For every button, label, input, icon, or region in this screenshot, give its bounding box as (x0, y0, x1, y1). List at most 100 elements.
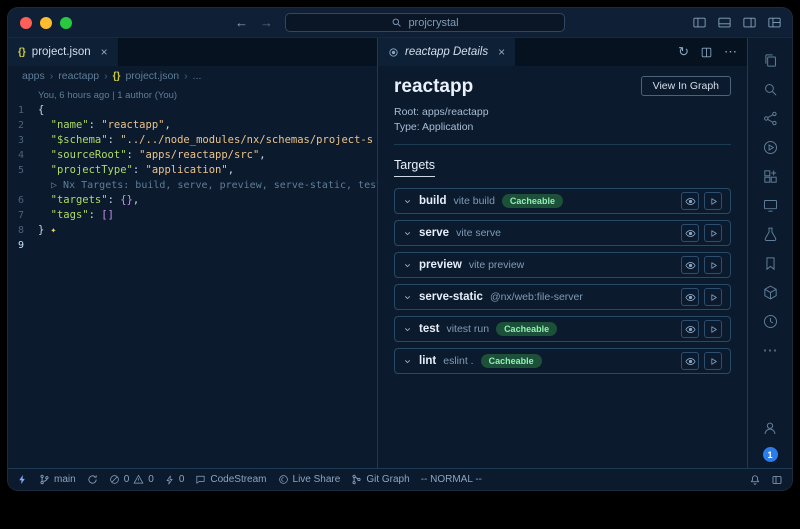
back-button[interactable]: ← (235, 15, 248, 30)
extensions-icon[interactable] (756, 162, 784, 190)
nx-targets-inlay: ▷ Nx Targets: build, serve, preview, ser… (51, 178, 377, 193)
breadcrumb-item-apps[interactable]: apps (22, 70, 45, 82)
account-icon[interactable] (756, 414, 784, 442)
line-number: 6 (8, 193, 38, 208)
tab-reactapp-details[interactable]: reactapp Details × (378, 38, 516, 66)
target-row-serve[interactable]: servevite serve (394, 220, 731, 246)
targets-list: buildvite buildCacheable servevite serve p… (394, 188, 731, 374)
files-icon[interactable] (756, 46, 784, 74)
target-row-serve-static[interactable]: serve-static@nx/web:file-server (394, 284, 731, 310)
inlay-hint-line[interactable]: ▷ Nx Targets: build, serve, preview, ser… (8, 178, 377, 193)
line-number: 4 (8, 148, 38, 163)
more-icon[interactable]: ⋯ (756, 336, 784, 364)
nx-project-details-panel: reactapp View In Graph Root: apps/reacta… (378, 66, 747, 468)
chevron-right-icon: › (184, 70, 188, 82)
codestream-item[interactable]: CodeStream (195, 474, 266, 485)
liveshare-item[interactable]: Live Share (278, 474, 341, 485)
run-target-button[interactable] (704, 256, 722, 274)
problems-item[interactable]: 0 0 (109, 474, 154, 485)
codelens-line[interactable]: You, 6 hours ago | 1 author (You) (8, 88, 377, 103)
inlay-text: Nx Targets: build, serve, preview, serve… (63, 180, 377, 191)
code-line[interactable]: 5 "projectType": "application", (8, 163, 377, 178)
chevron-right-icon: › (104, 70, 108, 82)
gitgraph-label: Git Graph (366, 474, 409, 485)
share-icon[interactable] (756, 104, 784, 132)
toggle-secondary-sidebar-icon[interactable] (742, 15, 757, 30)
run-target-button[interactable] (704, 192, 722, 210)
search-icon[interactable] (756, 75, 784, 103)
run-target-button[interactable] (704, 352, 722, 370)
code-line[interactable]: 9 (8, 238, 377, 253)
tab-project-json[interactable]: {} project.json × (8, 38, 119, 66)
bell-icon[interactable] (749, 474, 761, 486)
zap-count-item[interactable]: 0 (165, 474, 185, 485)
view-in-graph-button[interactable]: View In Graph (641, 76, 731, 96)
breadcrumb-item-more[interactable]: ... (193, 70, 202, 82)
target-row-lint[interactable]: linteslint .Cacheable (394, 348, 731, 374)
close-tab-icon[interactable]: × (498, 45, 505, 59)
target-actions (681, 288, 722, 306)
git-branch-item[interactable]: main (39, 474, 76, 485)
remote-indicator[interactable] (17, 474, 28, 485)
notification-badge[interactable]: 1 (763, 447, 778, 462)
monitor-icon[interactable] (756, 191, 784, 219)
line-number: 5 (8, 163, 38, 178)
code-line[interactable]: 1{ (8, 103, 377, 118)
line-number: 7 (8, 208, 38, 223)
close-tab-icon[interactable]: × (101, 45, 108, 59)
chevron-right-icon: › (50, 70, 54, 82)
run-target-button[interactable] (704, 288, 722, 306)
show-target-config-button[interactable] (681, 320, 699, 338)
toggle-sidebar-icon[interactable] (692, 15, 707, 30)
line-number: 9 (8, 238, 38, 253)
minimize-window-button[interactable] (40, 17, 52, 29)
show-target-config-button[interactable] (681, 192, 699, 210)
run-target-button[interactable] (704, 320, 722, 338)
bookmark-icon[interactable] (756, 249, 784, 277)
target-row-test[interactable]: testvitest runCacheable (394, 316, 731, 342)
cacheable-badge: Cacheable (496, 322, 557, 336)
traffic-lights (8, 17, 72, 29)
more-actions-icon[interactable]: ⋯ (724, 44, 737, 60)
target-name: test (419, 323, 439, 335)
show-target-config-button[interactable] (681, 224, 699, 242)
show-target-config-button[interactable] (681, 352, 699, 370)
zoom-window-button[interactable] (60, 17, 72, 29)
cube-icon[interactable] (756, 278, 784, 306)
sync-button[interactable] (87, 474, 98, 485)
code-text: "tags": [] (38, 208, 114, 223)
code-line[interactable]: 6 "targets": {}, (8, 193, 377, 208)
show-target-config-button[interactable] (681, 288, 699, 306)
show-target-config-button[interactable] (681, 256, 699, 274)
forward-button[interactable]: → (260, 15, 273, 30)
code-text: "$schema": "../../node_modules/nx/schema… (38, 133, 373, 148)
customize-layout-icon[interactable] (767, 15, 782, 30)
line-number: 1 (8, 103, 38, 118)
run-target-button[interactable] (704, 224, 722, 242)
split-editor-icon[interactable] (700, 46, 713, 59)
refresh-icon[interactable]: ↻ (678, 44, 689, 60)
debug-icon[interactable] (756, 133, 784, 161)
gitgraph-item[interactable]: Git Graph (351, 474, 409, 485)
code-line[interactable]: 3 "$schema": "../../node_modules/nx/sche… (8, 133, 377, 148)
target-row-build[interactable]: buildvite buildCacheable (394, 188, 731, 214)
toggle-panel-icon[interactable] (717, 15, 732, 30)
code-line[interactable]: 8} ✦ (8, 223, 377, 238)
target-command: vite preview (469, 259, 524, 271)
warning-icon (133, 474, 144, 485)
clock-icon[interactable] (756, 307, 784, 335)
target-name: build (419, 195, 446, 207)
code-editor[interactable]: You, 6 hours ago | 1 author (You)1{2 "na… (8, 86, 377, 468)
json-icon: {} (113, 71, 121, 82)
close-window-button[interactable] (20, 17, 32, 29)
code-line[interactable]: 4 "sourceRoot": "apps/reactapp/src", (8, 148, 377, 163)
beaker-icon[interactable] (756, 220, 784, 248)
layout-icon[interactable] (771, 474, 783, 486)
code-line[interactable]: 7 "tags": [] (8, 208, 377, 223)
target-row-preview[interactable]: previewvite preview (394, 252, 731, 278)
code-line[interactable]: 2 "name": "reactapp", (8, 118, 377, 133)
command-center-search[interactable]: projcrystal (285, 13, 565, 32)
breadcrumb-item-file[interactable]: project.json (125, 70, 179, 82)
target-command: @nx/web:file-server (490, 291, 583, 303)
breadcrumb-item-reactapp[interactable]: reactapp (58, 70, 99, 82)
